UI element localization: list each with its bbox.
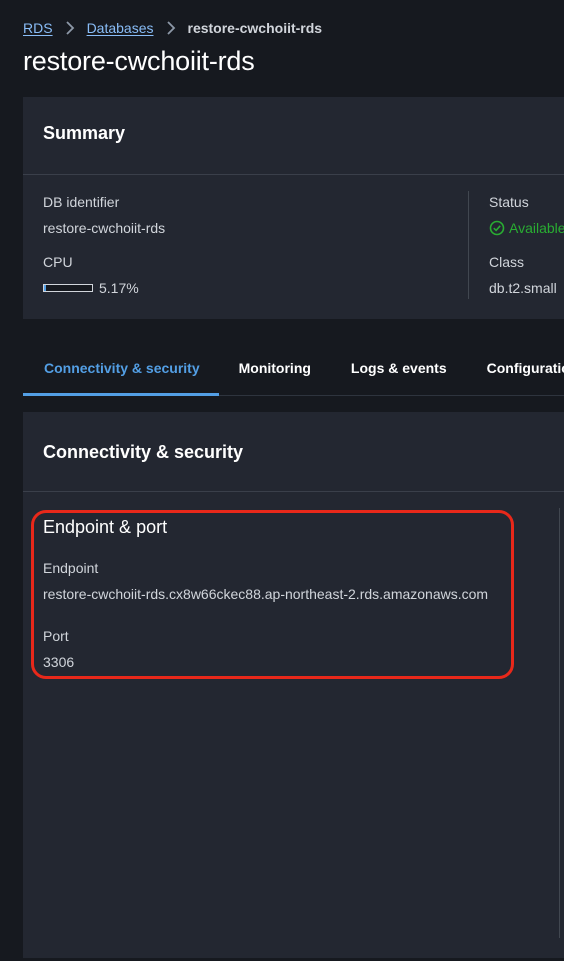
connectivity-header: Connectivity & security [23, 412, 564, 492]
chevron-right-icon [163, 20, 179, 36]
port-value: 3306 [43, 654, 75, 670]
cpu-value: 5.17% [99, 280, 139, 296]
connectivity-title: Connectivity & security [43, 442, 244, 462]
cpu-progress-bar [43, 284, 93, 292]
tab-bar: Connectivity & security Monitoring Logs … [23, 340, 564, 396]
check-circle-icon [489, 220, 505, 236]
breadcrumb: RDS Databases restore-cwchoiit-rds [23, 19, 322, 37]
column-divider [559, 508, 560, 938]
status-text: Available [509, 220, 564, 236]
status-label: Status [489, 194, 529, 210]
breadcrumb-current: restore-cwchoiit-rds [187, 20, 323, 36]
tab-configuration[interactable]: Configuration [467, 340, 564, 395]
tab-logs-events[interactable]: Logs & events [331, 340, 467, 395]
breadcrumb-link-rds[interactable]: RDS [23, 20, 53, 36]
endpoint-port-section-title: Endpoint & port [43, 517, 168, 537]
endpoint-label: Endpoint [43, 560, 99, 576]
port-label: Port [43, 628, 69, 644]
endpoint-value[interactable]: restore-cwchoiit-rds.cx8w66ckec88.ap-nor… [43, 586, 488, 602]
db-identifier-label: DB identifier [43, 194, 120, 210]
breadcrumb-link-databases[interactable]: Databases [87, 20, 154, 36]
class-value: db.t2.small [489, 280, 557, 296]
chevron-right-icon [62, 20, 78, 36]
cpu-label: CPU [43, 254, 73, 270]
db-identifier-value: restore-cwchoiit-rds [43, 220, 166, 236]
summary-title: Summary [43, 123, 126, 143]
page-title: restore-cwchoiit-rds [23, 46, 255, 76]
class-label: Class [489, 254, 525, 270]
connectivity-panel: Connectivity & security Endpoint & port … [23, 412, 564, 958]
tab-connectivity-security[interactable]: Connectivity & security [23, 340, 219, 396]
summary-panel: Summary DB identifier restore-cwchoiit-r… [23, 97, 564, 319]
cpu-progress-fill [44, 285, 47, 291]
tab-monitoring[interactable]: Monitoring [219, 340, 331, 395]
summary-header: Summary [23, 97, 564, 175]
summary-column-divider [468, 191, 469, 299]
status-value: Available [489, 220, 564, 236]
